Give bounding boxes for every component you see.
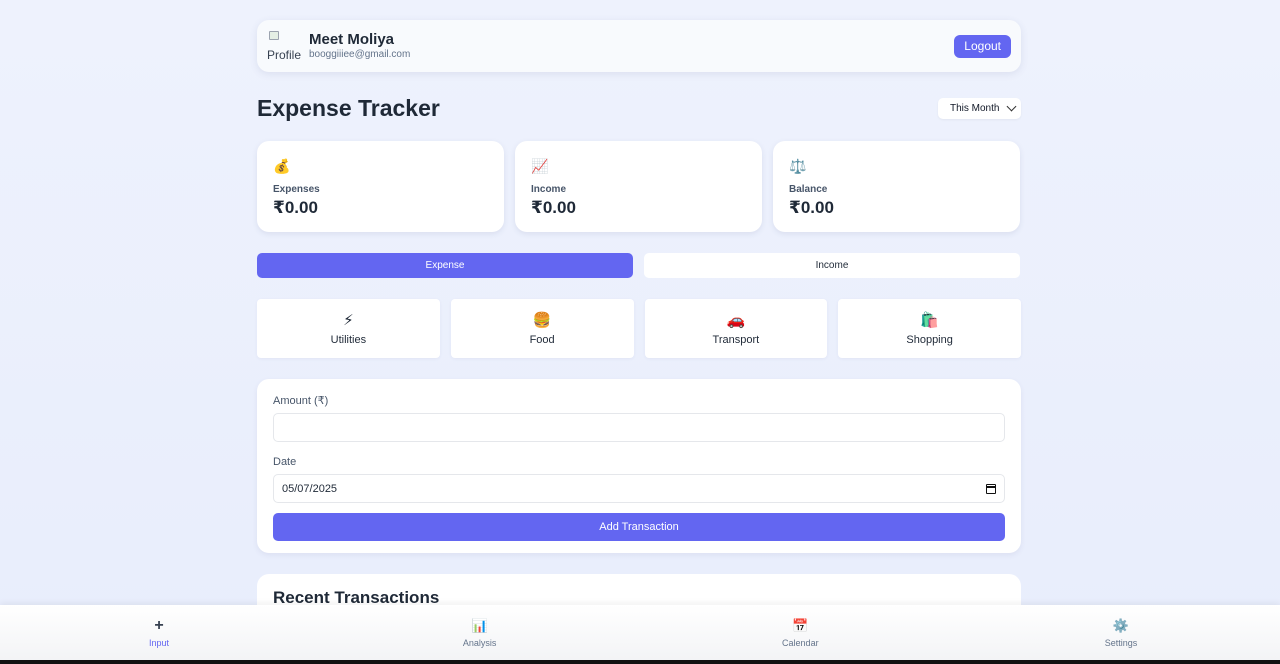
stat-card-income: 📈 Income ₹0.00	[515, 141, 762, 232]
transaction-type-toggle: Expense Income	[257, 253, 1021, 278]
bar-chart-icon: 📊	[471, 618, 488, 633]
user-email: booggiiiee@gmail.com	[309, 49, 411, 60]
profile-bar: Profile Meet Moliya booggiiiee@gmail.com…	[257, 20, 1021, 72]
money-bag-icon: 💰	[273, 158, 291, 174]
calendar-picker-icon[interactable]	[986, 483, 996, 494]
chart-up-icon: 📈	[531, 158, 549, 174]
period-select-value: This Month	[950, 102, 1000, 114]
lightning-icon: ⚡	[343, 311, 354, 329]
nav-input[interactable]: + Input	[110, 605, 208, 660]
nav-settings[interactable]: ⚙️ Settings	[1072, 605, 1170, 660]
stat-label: Balance	[789, 184, 828, 195]
nav-calendar[interactable]: 📅 Calendar	[751, 605, 849, 660]
stat-card-expenses: 💰 Expenses ₹0.00	[257, 141, 504, 232]
stat-label: Expenses	[273, 184, 320, 195]
scale-icon: ⚖️	[789, 158, 807, 174]
transaction-form: Amount (₹) Date 05/07/2025 Add Transacti…	[257, 379, 1021, 553]
avatar-alt-text: Profile	[267, 48, 302, 62]
stat-value: ₹0.00	[789, 198, 834, 217]
main-container: Profile Meet Moliya booggiiiee@gmail.com…	[257, 20, 1021, 634]
user-name: Meet Moliya	[309, 31, 395, 48]
category-transport[interactable]: 🚗 Transport	[644, 299, 828, 358]
plus-icon: +	[154, 617, 164, 634]
category-label: Food	[529, 333, 555, 346]
stats-row: 💰 Expenses ₹0.00 📈 Income ₹0.00 ⚖️ Balan…	[257, 141, 1021, 232]
category-label: Utilities	[330, 333, 367, 346]
profile-info: Profile Meet Moliya booggiiiee@gmail.com	[267, 31, 410, 61]
bottom-nav: + Input 📊 Analysis 📅 Calendar ⚙️ Setting…	[0, 605, 1280, 660]
stat-card-balance: ⚖️ Balance ₹0.00	[773, 141, 1020, 232]
nav-label: Input	[148, 638, 170, 648]
expense-type-button[interactable]: Expense	[257, 253, 633, 278]
nav-label: Calendar	[782, 638, 819, 648]
stat-value: ₹0.00	[273, 198, 318, 217]
category-utilities[interactable]: ⚡ Utilities	[257, 299, 440, 358]
calendar-icon: 📅	[792, 618, 809, 633]
category-label: Shopping	[906, 333, 953, 346]
nav-label: Analysis	[462, 638, 497, 648]
page-title: Expense Tracker	[257, 94, 440, 121]
logout-button[interactable]: Logout	[954, 34, 1011, 58]
date-input-value: 05/07/2025	[282, 482, 338, 495]
nav-label: Settings	[1104, 638, 1138, 648]
avatar: Profile	[267, 31, 302, 62]
add-transaction-button[interactable]: Add Transaction	[273, 513, 1005, 541]
category-shopping[interactable]: 🛍️ Shopping	[838, 299, 1021, 358]
category-food[interactable]: 🍔 Food	[450, 299, 634, 358]
period-select[interactable]: This Month	[938, 97, 1021, 119]
user-details: Meet Moliya booggiiiee@gmail.com	[309, 31, 410, 61]
burger-icon: 🍔	[532, 311, 552, 329]
category-grid: ⚡ Utilities 🍔 Food 🚗 Transport 🛍️ Shoppi…	[257, 299, 1021, 358]
shopping-bags-icon: 🛍️	[920, 311, 939, 329]
date-input[interactable]: 05/07/2025	[273, 474, 1005, 503]
broken-image-icon	[269, 31, 279, 40]
gear-icon: ⚙️	[1112, 618, 1130, 633]
income-type-button[interactable]: Income	[644, 253, 1020, 278]
stat-label: Income	[531, 184, 567, 195]
stat-value: ₹0.00	[531, 198, 576, 217]
nav-analysis[interactable]: 📊 Analysis	[431, 605, 529, 660]
amount-label: Amount (₹)	[273, 395, 329, 407]
title-row: Expense Tracker This Month	[257, 94, 1021, 122]
category-label: Transport	[712, 333, 760, 346]
chevron-down-icon	[1006, 101, 1017, 111]
car-icon: 🚗	[726, 311, 746, 329]
window-bottom-edge	[0, 660, 1280, 664]
amount-input[interactable]	[273, 413, 1005, 442]
date-label: Date	[273, 456, 297, 468]
